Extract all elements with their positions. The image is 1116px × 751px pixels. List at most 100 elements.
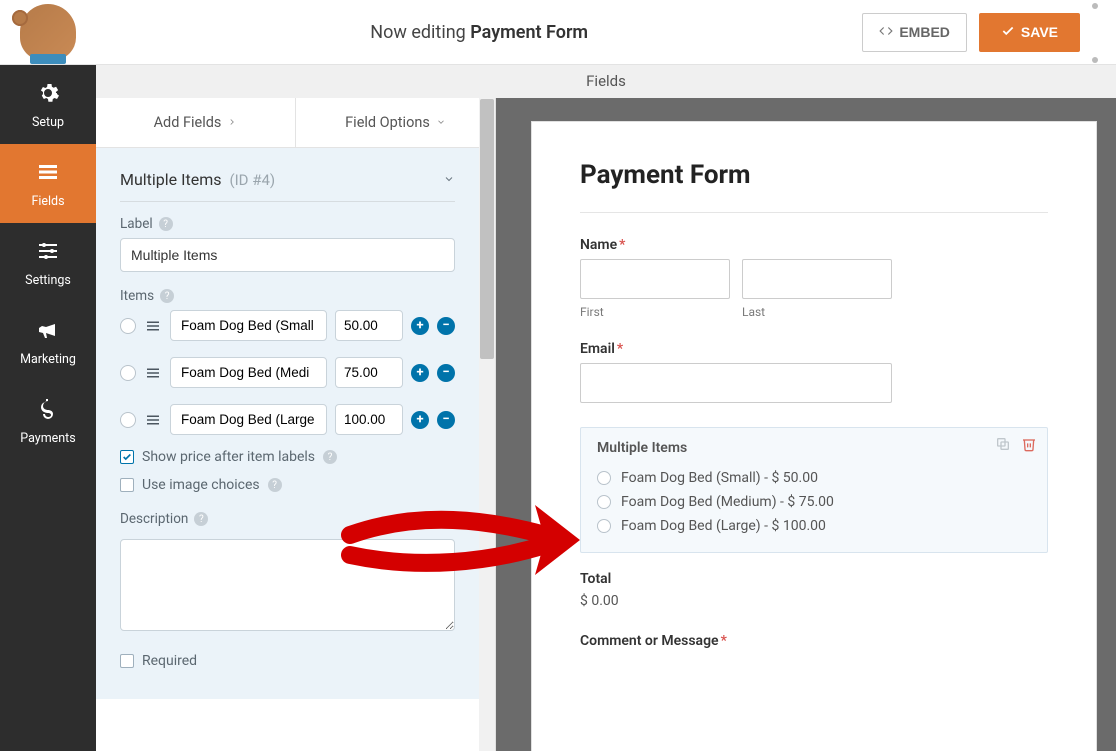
options-panel: Add Fields Field Options Multiple Items (96, 98, 496, 751)
show-price-checkbox-row[interactable]: Show price after item labels ? (120, 449, 455, 465)
required-star-icon: * (721, 633, 727, 649)
field-id: (ID #4) (229, 171, 275, 189)
option-text: Foam Dog Bed (Medium) - $ 75.00 (621, 494, 834, 510)
item-name-input[interactable] (170, 404, 327, 435)
item-price-input[interactable] (335, 404, 403, 435)
description-caption-text: Description (120, 511, 188, 527)
remove-item-button[interactable]: − (437, 364, 455, 382)
divider (580, 212, 1048, 213)
side-nav: Setup Fields Settings Marketing Payments (0, 65, 96, 751)
tab-add-fields[interactable]: Add Fields (96, 98, 295, 147)
editing-form-name: Payment Form (470, 22, 588, 43)
check-icon (1001, 24, 1015, 41)
tab-add-label: Add Fields (154, 114, 222, 131)
nav-setup-label: Setup (32, 115, 64, 130)
nav-payments[interactable]: Payments (0, 381, 96, 460)
panel-tabs: Add Fields Field Options (96, 98, 495, 148)
label-caption: Label ? (120, 216, 455, 232)
remove-item-button[interactable]: − (437, 411, 455, 429)
list-item[interactable]: Foam Dog Bed (Small) - $ 50.00 (597, 466, 1031, 490)
radio-icon (597, 519, 611, 533)
item-row: + − (120, 404, 455, 435)
nav-settings-label: Settings (25, 273, 71, 288)
nav-marketing[interactable]: Marketing (0, 302, 96, 381)
drag-handle-icon[interactable] (144, 364, 162, 382)
required-checkbox-row[interactable]: Required (120, 653, 455, 669)
help-icon[interactable]: ? (268, 478, 282, 492)
field-header[interactable]: Multiple Items (ID #4) (120, 164, 455, 202)
form-card: Payment Form Name* First Last Email* (532, 122, 1096, 751)
items-caption-text: Items (120, 288, 154, 304)
radio-icon (597, 495, 611, 509)
form-icon (0, 160, 96, 188)
save-button[interactable]: SAVE (979, 13, 1080, 52)
nav-fields[interactable]: Fields (0, 144, 96, 223)
comment-field-label: Comment or Message* (580, 633, 1048, 649)
add-item-button[interactable]: + (411, 317, 429, 335)
image-choices-label: Use image choices (142, 477, 260, 493)
embed-button[interactable]: EMBED (862, 13, 967, 52)
help-icon[interactable]: ? (194, 512, 208, 526)
description-caption: Description ? (120, 511, 455, 527)
help-icon[interactable]: ? (159, 217, 173, 231)
list-item[interactable]: Foam Dog Bed (Large) - $ 100.00 (597, 514, 1031, 538)
name-label-text: Name (580, 237, 617, 253)
item-name-input[interactable] (170, 310, 327, 341)
list-item[interactable]: Foam Dog Bed (Medium) - $ 75.00 (597, 490, 1031, 514)
default-radio[interactable] (120, 365, 136, 381)
first-sublabel: First (580, 305, 730, 319)
required-star-icon: * (619, 237, 625, 253)
required-star-icon: * (617, 341, 623, 357)
required-label: Required (142, 653, 197, 669)
delete-field-icon[interactable] (1021, 436, 1037, 456)
item-row: + − (120, 357, 455, 388)
option-text: Foam Dog Bed (Large) - $ 100.00 (621, 518, 826, 534)
code-icon (879, 24, 893, 41)
subheader-title: Fields (96, 65, 1116, 98)
item-price-input[interactable] (335, 310, 403, 341)
wpforms-logo-icon (20, 4, 76, 60)
add-item-button[interactable]: + (411, 411, 429, 429)
scrollbar-thumb[interactable] (480, 99, 494, 359)
duplicate-field-icon[interactable] (995, 436, 1011, 456)
first-name-input[interactable] (580, 259, 730, 299)
help-icon[interactable]: ? (323, 450, 337, 464)
nav-settings[interactable]: Settings (0, 223, 96, 302)
default-radio[interactable] (120, 318, 136, 334)
drag-handle-icon[interactable] (144, 411, 162, 429)
label-input[interactable] (120, 238, 455, 272)
image-choices-checkbox-row[interactable]: Use image choices ? (120, 477, 455, 493)
items-caption: Items ? (120, 288, 455, 304)
gear-icon (0, 81, 96, 109)
help-icon[interactable]: ? (160, 289, 174, 303)
label-caption-text: Label (120, 216, 153, 232)
megaphone-icon (0, 318, 96, 346)
multiple-items-field[interactable]: Multiple Items Foam Dog Bed (Small) - $ … (580, 427, 1048, 553)
drag-handle-icon[interactable] (144, 317, 162, 335)
item-price-input[interactable] (335, 357, 403, 388)
sliders-icon (0, 239, 96, 267)
default-radio[interactable] (120, 412, 136, 428)
editing-title: Now editing Payment Form (96, 22, 862, 43)
email-input[interactable] (580, 363, 892, 403)
tab-options-label: Field Options (345, 114, 430, 131)
checkbox-icon (120, 450, 134, 464)
item-name-input[interactable] (170, 357, 327, 388)
last-name-input[interactable] (742, 259, 892, 299)
form-title: Payment Form (580, 160, 1048, 190)
nav-setup[interactable]: Setup (0, 65, 96, 144)
embed-label: EMBED (899, 24, 950, 40)
topbar: Now editing Payment Form EMBED SAVE (0, 0, 1116, 65)
scrollbar[interactable] (479, 98, 495, 751)
add-item-button[interactable]: + (411, 364, 429, 382)
remove-item-button[interactable]: − (437, 317, 455, 335)
last-sublabel: Last (742, 305, 892, 319)
description-textarea[interactable] (120, 539, 455, 631)
nav-marketing-label: Marketing (20, 352, 76, 367)
window-menu-icon[interactable] (1090, 3, 1100, 63)
editing-prefix: Now editing (370, 22, 470, 43)
tab-field-options[interactable]: Field Options (295, 98, 495, 147)
name-field-label: Name* (580, 237, 1048, 253)
nav-fields-label: Fields (31, 194, 64, 209)
field-type-name: Multiple Items (120, 170, 222, 189)
